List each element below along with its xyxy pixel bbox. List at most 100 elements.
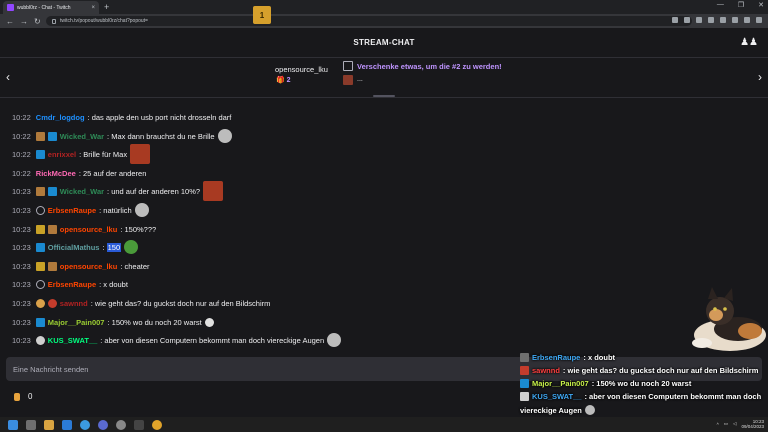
reload-icon[interactable]: ↻ bbox=[34, 17, 42, 26]
network-icon[interactable]: ▭ bbox=[724, 421, 728, 427]
maximize-button[interactable]: ❐ bbox=[738, 1, 744, 9]
message-text: : 150%??? bbox=[120, 224, 157, 234]
file-explorer-icon[interactable] bbox=[44, 419, 54, 430]
no-badge-icon[interactable] bbox=[35, 205, 45, 215]
message-username[interactable]: ErbsenRaupe bbox=[48, 206, 96, 215]
search-icon[interactable] bbox=[26, 419, 36, 430]
gift-prompt[interactable]: Verschenke etwas, um die #2 zu werden! bbox=[357, 62, 502, 71]
message-timestamp: 10:23 bbox=[12, 224, 31, 234]
message-body: : aber von diesen Computern bekommt man … bbox=[100, 336, 324, 345]
sub-badge-icon[interactable] bbox=[47, 224, 57, 234]
frog-emote-icon[interactable] bbox=[124, 240, 139, 254]
message-username[interactable]: ErbsenRaupe bbox=[48, 280, 96, 289]
no-badge-icon[interactable] bbox=[35, 279, 45, 289]
gift-rank-icon: 1 bbox=[253, 6, 271, 24]
bookmark-star-icon[interactable] bbox=[696, 17, 702, 23]
channel-points[interactable]: 0 bbox=[14, 392, 32, 401]
red-badge-icon[interactable] bbox=[47, 298, 57, 308]
clock[interactable]: 10:23 09/04/2023 bbox=[741, 419, 764, 429]
edge-icon[interactable] bbox=[80, 419, 90, 430]
zoom-icon[interactable] bbox=[672, 17, 678, 23]
chevron-right-icon[interactable]: › bbox=[758, 70, 762, 84]
tab-close-icon[interactable]: × bbox=[91, 5, 95, 11]
overlay-message: ErbsenRaupe: x doubt bbox=[520, 353, 615, 362]
face-emote-icon[interactable] bbox=[327, 333, 342, 347]
bits-badge-icon[interactable] bbox=[35, 298, 45, 308]
prime-badge-icon[interactable] bbox=[35, 317, 45, 327]
face-emote-icon[interactable] bbox=[134, 203, 149, 217]
obs-icon[interactable] bbox=[116, 419, 126, 430]
profile-icon[interactable] bbox=[744, 17, 750, 23]
terminal-icon[interactable] bbox=[134, 419, 144, 430]
chat-message: 10:23 Wicked_War: und auf der anderen 10%… bbox=[12, 181, 224, 201]
highlighted-text: 150 bbox=[106, 242, 122, 252]
message-username[interactable]: OfficialMathus bbox=[48, 243, 100, 252]
message-username[interactable]: enrixxel bbox=[48, 150, 76, 159]
sub-badge-icon[interactable] bbox=[47, 261, 57, 271]
face-emote-icon[interactable] bbox=[217, 129, 232, 143]
prime-badge-icon[interactable] bbox=[47, 186, 57, 196]
message-username[interactable]: opensource_lku bbox=[60, 225, 118, 234]
sidebar-icon[interactable] bbox=[732, 17, 738, 23]
message-username[interactable]: KUS_SWAT__ bbox=[48, 336, 97, 345]
message-username[interactable]: Wicked_War bbox=[60, 187, 104, 196]
chrome-icon[interactable] bbox=[152, 419, 162, 430]
users-icon[interactable]: ♟♟ bbox=[740, 37, 758, 48]
chat-message: 10:23 opensource_lku: cheater bbox=[12, 259, 150, 273]
menu-dots-icon[interactable] bbox=[756, 17, 762, 23]
message-username[interactable]: sawnnd bbox=[60, 299, 88, 308]
gift-badge-icon[interactable] bbox=[35, 224, 45, 234]
url-field[interactable]: twitch.tv/popout/wubbl0rz/chat?popout= bbox=[46, 16, 692, 26]
message-username[interactable]: opensource_lku bbox=[60, 262, 118, 271]
ghost-badge-icon[interactable] bbox=[35, 335, 45, 345]
tray-arrow-icon[interactable]: ^ bbox=[717, 422, 719, 427]
new-tab-button[interactable]: + bbox=[104, 2, 109, 12]
message-text: : x doubt bbox=[99, 279, 128, 289]
store-icon[interactable] bbox=[62, 419, 72, 430]
gifter-name[interactable]: opensource_lku bbox=[275, 65, 328, 74]
chat-message: 10:23 ErbsenRaupe: x doubt bbox=[12, 277, 128, 291]
forward-icon[interactable]: → bbox=[20, 17, 28, 26]
gift-badge-icon[interactable] bbox=[35, 261, 45, 271]
red-emote-icon[interactable] bbox=[130, 144, 151, 164]
sub-badge-icon[interactable] bbox=[35, 186, 45, 196]
prime-badge-icon[interactable] bbox=[47, 131, 57, 141]
extension-icon[interactable] bbox=[708, 17, 714, 23]
small-emote-icon[interactable] bbox=[204, 317, 214, 327]
collapse-handle[interactable] bbox=[373, 95, 395, 97]
browser-tab[interactable]: wubbl0rz - Chat - Twitch × bbox=[3, 1, 99, 14]
overlay-message: Major__Pain007: 150% wo du noch 20 warst bbox=[520, 379, 691, 388]
chat-message: 10:22 Cmdr_logdog: das apple den usb port… bbox=[12, 110, 231, 124]
chevron-left-icon[interactable]: ‹ bbox=[6, 70, 10, 84]
overlay-text: viereckige Augen bbox=[520, 405, 582, 415]
puzzle-icon[interactable] bbox=[720, 17, 726, 23]
message-text: : bbox=[102, 242, 107, 252]
windows-start-icon[interactable] bbox=[8, 419, 18, 430]
message-username[interactable]: RickMcDee bbox=[36, 169, 76, 178]
app-icon[interactable] bbox=[98, 419, 108, 430]
close-window-button[interactable]: ✕ bbox=[758, 1, 764, 9]
message-body: : x doubt bbox=[99, 280, 128, 289]
lock-icon bbox=[52, 18, 56, 24]
sub-badge-icon[interactable] bbox=[35, 131, 45, 141]
chat-message: 10:23 OfficialMathus: 150 bbox=[12, 240, 139, 254]
volume-icon[interactable]: ◁ bbox=[733, 421, 736, 427]
channel-points-icon bbox=[14, 392, 20, 401]
page-title: STREAM-CHAT bbox=[353, 38, 415, 47]
windows-taskbar: ^ ▭ ◁ 10:23 09/04/2023 bbox=[0, 417, 768, 432]
chat-header: STREAM-CHAT ♟♟ bbox=[0, 28, 768, 58]
overlay-text: : x doubt bbox=[583, 353, 616, 362]
message-timestamp: 10:23 bbox=[12, 205, 31, 215]
minimize-button[interactable]: — bbox=[717, 1, 724, 9]
message-timestamp: 10:23 bbox=[12, 298, 31, 308]
system-tray: ^ ▭ ◁ 10:23 09/04/2023 bbox=[717, 419, 764, 429]
prime-badge-icon[interactable] bbox=[35, 149, 45, 159]
message-username[interactable]: Cmdr_logdog bbox=[36, 113, 85, 122]
message-username[interactable]: Major__Pain007 bbox=[48, 318, 105, 327]
share-icon[interactable] bbox=[684, 17, 690, 23]
back-icon[interactable]: ← bbox=[6, 17, 14, 26]
prime-badge-icon[interactable] bbox=[35, 242, 45, 252]
chat-message: 10:22 Wicked_War: Max dann brauchst du ne… bbox=[12, 129, 232, 143]
red-emote-icon[interactable] bbox=[203, 181, 224, 201]
message-username[interactable]: Wicked_War bbox=[60, 132, 104, 141]
